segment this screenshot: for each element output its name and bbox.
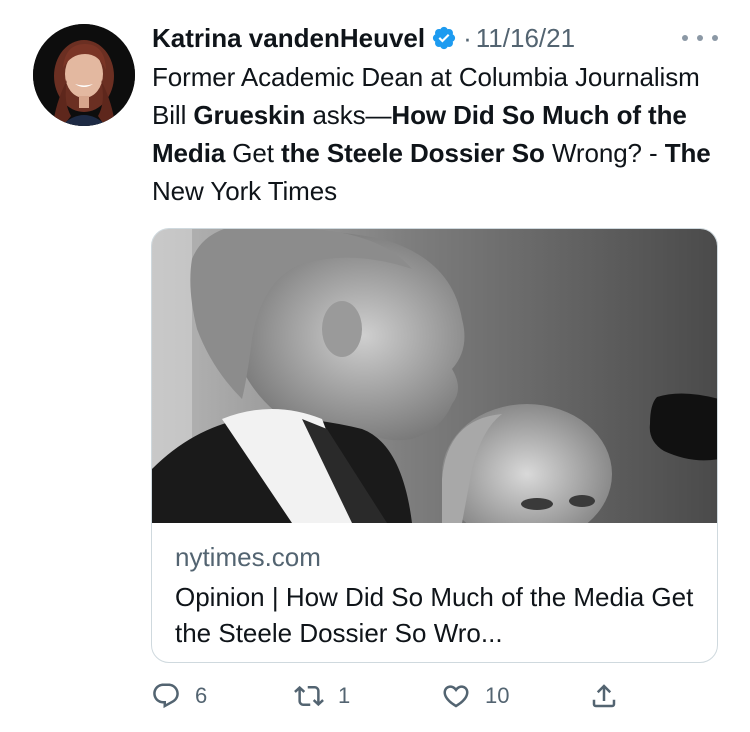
tweet-date[interactable]: 11/16/21 (476, 23, 575, 54)
tweet-text-segment: asks— (305, 100, 392, 130)
verified-badge-icon (431, 25, 457, 51)
link-card[interactable]: nytimes.com Opinion | How Did So Much of… (151, 228, 718, 663)
avatar[interactable] (33, 24, 135, 126)
tweet[interactable]: Katrina vandenHeuvel · 11/16/21 Former A… (0, 0, 750, 732)
retweet-button[interactable]: 1 (294, 676, 350, 716)
tweet-text-segment: The (664, 138, 711, 168)
action-bar: 6 1 10 (151, 676, 631, 716)
tweet-text-segment: Get (225, 138, 282, 168)
card-title: Opinion | How Did So Much of the Media G… (175, 582, 694, 648)
share-icon (589, 681, 619, 711)
header-separator: · (463, 22, 472, 53)
tweet-header: Katrina vandenHeuvel · 11/16/21 (152, 20, 575, 56)
like-count: 10 (485, 683, 510, 708)
reply-count: 6 (195, 683, 208, 708)
card-image (152, 229, 717, 523)
like-button[interactable]: 10 (441, 676, 509, 716)
retweet-count: 1 (338, 683, 351, 708)
retweet-icon (294, 681, 324, 711)
author-name[interactable]: Katrina vandenHeuvel (152, 23, 425, 54)
like-icon (441, 681, 471, 711)
tweet-text: Former Academic Dean at Columbia Journal… (152, 58, 732, 210)
more-options-icon[interactable] (682, 30, 718, 46)
tweet-text-segment: Grueskin (193, 100, 306, 130)
tweet-text-segment: Wrong? - (544, 138, 665, 168)
reply-button[interactable]: 6 (151, 676, 207, 716)
reply-icon (151, 681, 181, 711)
tweet-text-segment: the Steele Dossier So (281, 138, 545, 168)
share-button[interactable] (589, 676, 619, 716)
card-domain: nytimes.com (175, 542, 321, 572)
avatar-image (33, 24, 135, 126)
tweet-text-segment: New York Times (152, 176, 338, 206)
